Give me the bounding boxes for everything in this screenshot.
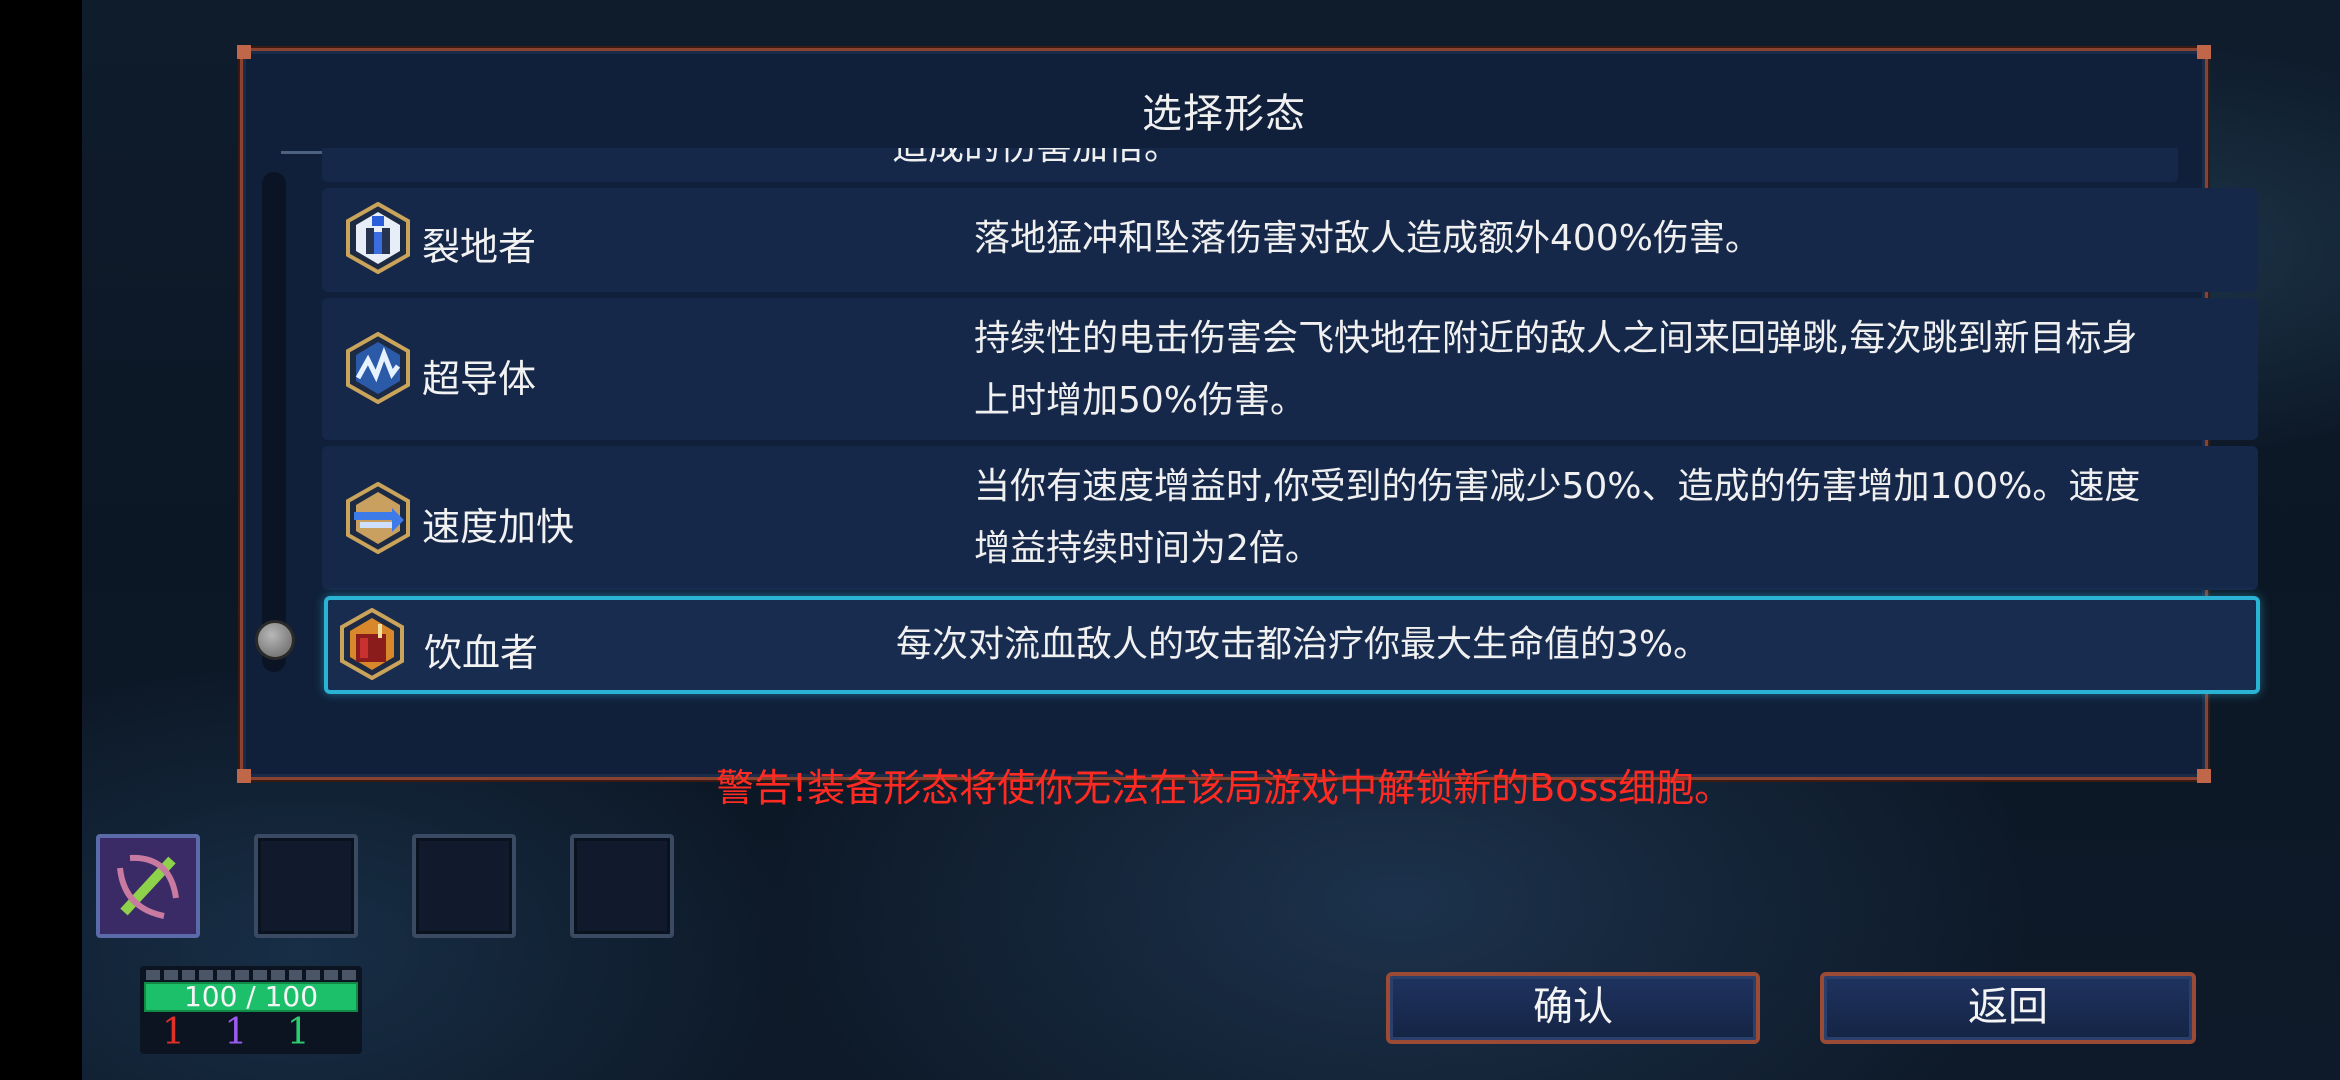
equipment-slot-3[interactable]	[412, 834, 516, 938]
scrollbar-thumb[interactable]	[255, 620, 295, 660]
health-segments	[146, 970, 356, 980]
frame-corner	[2197, 45, 2211, 59]
back-button[interactable]: 返回	[1820, 972, 2196, 1044]
list-item-superconductor[interactable]: 超导体 持续性的电击伤害会飞快地在附近的敌人之间来回弹跳,每次跳到新目标身上时增…	[322, 298, 2258, 440]
blood-drinker-icon	[340, 608, 404, 680]
list-item-speed-up[interactable]: 速度加快 当你有速度增益时,你受到的伤害减少50%、造成的伤害增加100%。速度…	[322, 446, 2258, 590]
item-name: 饮血者	[424, 631, 539, 675]
confirm-button[interactable]: 确认	[1386, 972, 1760, 1044]
item-desc: 落地猛冲和坠落伤害对敌人造成额外400%伤害。	[974, 218, 1761, 259]
item-name: 超导体	[422, 357, 537, 401]
survival-stat: 1	[286, 1012, 310, 1053]
equipment-slot-1[interactable]	[96, 834, 200, 938]
player-stats: 1 1 1	[162, 1012, 338, 1053]
list-item-ground-smasher[interactable]: 裂地者 落地猛冲和坠落伤害对敌人造成额外400%伤害。	[322, 188, 2258, 292]
equipment-slot-2[interactable]	[254, 834, 358, 938]
item-desc: 当你有速度增益时,你受到的伤害减少50%、造成的伤害增加100%。速度增益持续时…	[974, 466, 2141, 569]
health-panel: 100 / 100 1 1 1	[140, 966, 362, 1054]
scrollbar-track[interactable]	[262, 172, 286, 672]
list-item-partial[interactable]: 造成的伤害加倍。	[322, 148, 2178, 182]
tactics-stat: 1	[224, 1012, 248, 1053]
lightning-icon	[346, 332, 410, 404]
list-item-blood-drinker[interactable]: 饮血者 每次对流血敌人的攻击都治疗你最大生命值的3%。	[324, 596, 2260, 694]
item-desc: 每次对流血敌人的攻击都治疗你最大生命值的3%。	[896, 624, 1710, 665]
frame-corner	[237, 45, 251, 59]
ground-smash-icon	[346, 202, 410, 274]
partial-row-desc: 造成的伤害加倍。	[892, 148, 1180, 170]
brutality-stat: 1	[162, 1012, 185, 1053]
equipment-slot-4[interactable]	[570, 834, 674, 938]
item-name: 裂地者	[422, 225, 537, 269]
item-name: 速度加快	[422, 505, 575, 549]
crossbow-weapon-icon	[100, 838, 196, 934]
dialog-title: 选择形态	[1142, 91, 1306, 137]
health-bar: 100 / 100	[144, 982, 358, 1012]
warning-text: 警告!装备形态将使你无法在该局游戏中解锁新的Boss细胞。	[715, 766, 1733, 810]
screen-edge	[0, 0, 82, 1080]
item-desc: 持续性的电击伤害会飞快地在附近的敌人之间来回弹跳,每次跳到新目标身上时增加50%…	[974, 318, 2138, 421]
speed-icon	[346, 482, 410, 554]
